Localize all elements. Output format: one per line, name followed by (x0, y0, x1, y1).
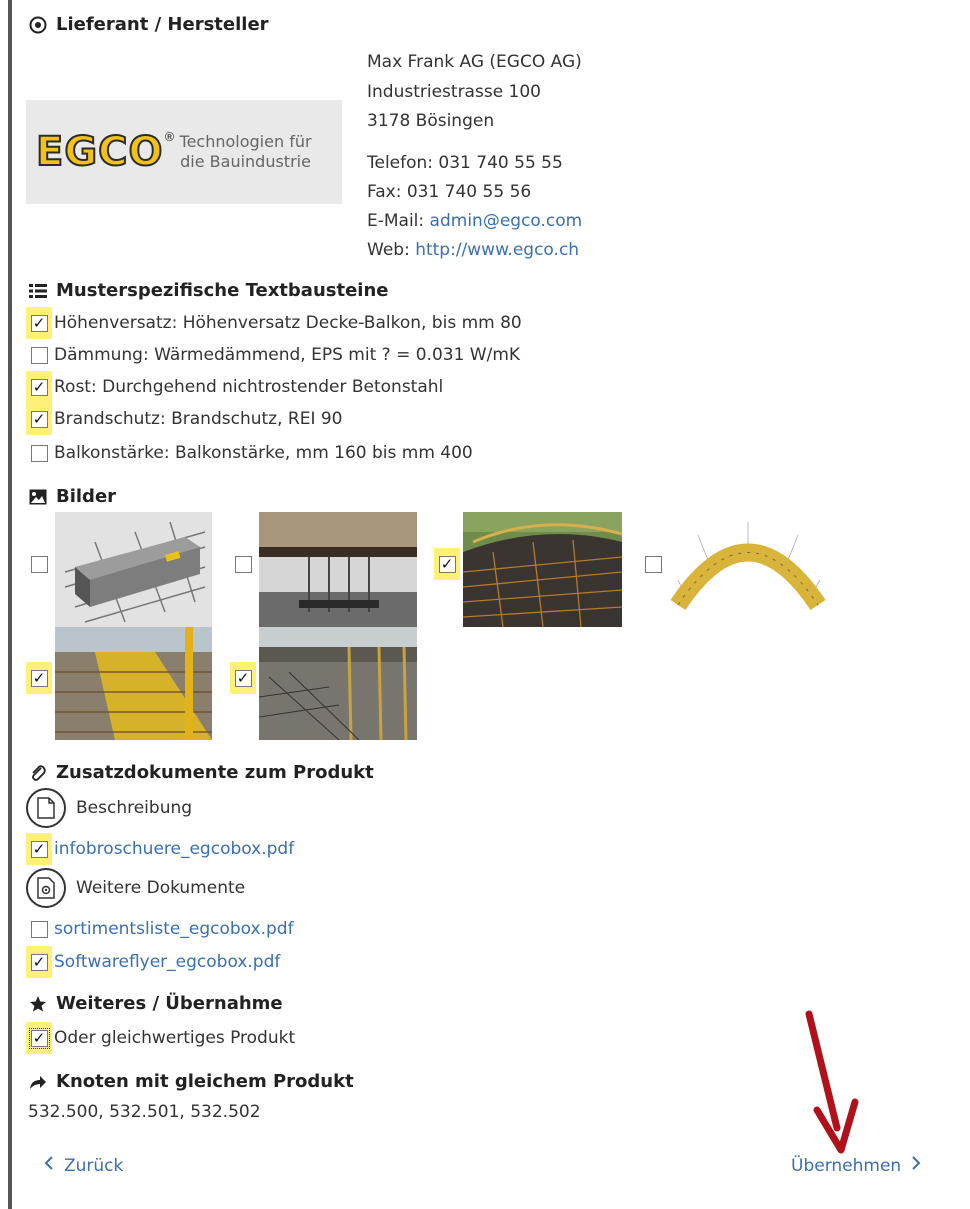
company-street: Industriestrasse 100 (367, 82, 542, 102)
share-arrow-icon (28, 1072, 48, 1092)
image-checkbox-wrap (230, 548, 258, 580)
checkbox[interactable] (30, 920, 48, 938)
paperclip-icon (28, 763, 48, 783)
image-checkbox-wrap: ✓ (434, 548, 462, 580)
document-item[interactable]: sortimentsliste_egcobox.pdf (26, 913, 294, 945)
supplier-logo: EGCO ® Technologien für die Bauindustrie (26, 100, 342, 204)
document-link[interactable]: sortimentsliste_egcobox.pdf (54, 919, 294, 939)
document-item[interactable]: ✓ infobroschuere_egcobox.pdf (26, 833, 294, 865)
highlight-marker: ✓ (26, 307, 52, 339)
left-border-rule (8, 0, 12, 1209)
company-phone: Telefon: 031 740 55 55 (367, 153, 563, 173)
checkbox[interactable]: ✓ (234, 669, 252, 687)
textblock-item[interactable]: Balkonstärke: Balkonstärke, mm 160 bis m… (26, 437, 473, 469)
highlight-marker: ✓ (26, 403, 52, 435)
image-balcony-connection-site[interactable] (259, 512, 417, 627)
checkbox[interactable]: ✓ (30, 953, 48, 971)
company-name: Max Frank AG (EGCO AG) (367, 52, 582, 72)
checkbox[interactable]: ✓ (28, 1027, 50, 1049)
nodes-value: 532.500, 532.501, 532.502 (28, 1102, 261, 1122)
annotation-arrow-icon (805, 1010, 859, 1154)
document-item[interactable]: ✓ Softwareflyer_egcobox.pdf (26, 946, 280, 978)
checkbox-wrap (26, 913, 52, 945)
images-section-title: Bilder (28, 486, 116, 507)
checkbox[interactable] (30, 444, 48, 462)
web-link[interactable]: http://www.egco.ch (415, 240, 579, 260)
document-group-label: Weitere Dokumente (76, 878, 246, 898)
back-button[interactable]: Zurück (44, 1155, 123, 1176)
email-label: E-Mail: (367, 211, 425, 231)
textblock-label: Brandschutz: Brandschutz, REI 90 (54, 409, 343, 429)
textblock-label: Balkonstärke: Balkonstärke, mm 160 bis m… (54, 443, 473, 463)
checkbox-wrap (26, 339, 52, 371)
back-label: Zurück (64, 1155, 124, 1176)
image-icon (28, 487, 48, 507)
checkbox[interactable]: ✓ (30, 410, 48, 428)
document-group-label: Beschreibung (76, 798, 193, 818)
image-checkbox-wrap: ✓ (230, 662, 258, 694)
equivalent-product-option[interactable]: ✓ Oder gleichwertiges Produkt (26, 1022, 295, 1054)
nodes-section-title: Knoten mit gleichem Produkt (28, 1071, 354, 1092)
checkbox-wrap (26, 437, 52, 469)
image-installed-row-yellow[interactable] (55, 627, 212, 740)
document-link[interactable]: Softwareflyer_egcobox.pdf (54, 952, 280, 972)
checkbox[interactable] (644, 555, 662, 573)
image-installed-row-construction[interactable] (259, 627, 417, 740)
document-link[interactable]: infobroschuere_egcobox.pdf (54, 839, 294, 859)
checkbox[interactable]: ✓ (438, 555, 456, 573)
apply-button[interactable]: Übernehmen (791, 1155, 921, 1176)
company-fax: Fax: 031 740 55 56 (367, 182, 532, 202)
image-checkbox-wrap (640, 548, 668, 580)
document-group-header: Weitere Dokumente (26, 866, 245, 910)
web-label: Web: (367, 240, 410, 260)
textblock-label: Rost: Durchgehend nichtrostender Betonst… (54, 377, 444, 397)
checkbox[interactable] (30, 555, 48, 573)
textblock-item[interactable]: ✓ Rost: Durchgehend nichtrostender Beton… (26, 371, 443, 403)
logo-registered-mark: ® (163, 130, 176, 144)
highlight-marker: ✓ (26, 946, 52, 978)
email-link[interactable]: admin@egco.com (430, 211, 583, 231)
further-section-title: Weiteres / Übernahme (28, 993, 283, 1014)
image-curved-balcony-rebar[interactable] (463, 512, 622, 627)
highlight-marker: ✓ (26, 1022, 52, 1054)
image-curved-element-diagram[interactable] (668, 520, 828, 615)
list-icon (28, 281, 48, 301)
highlight-marker: ✓ (26, 833, 52, 865)
company-email-row: E-Mail: admin@egco.com (367, 211, 582, 231)
target-circle-icon (28, 15, 48, 35)
logo-tagline-line1: Technologien für (179, 132, 312, 151)
documents-section-title: Zusatzdokumente zum Produkt (28, 762, 374, 783)
supplier-section-title: Lieferant / Hersteller (28, 14, 269, 35)
textblocks-section-title: Musterspezifische Textbausteine (28, 280, 388, 301)
checkbox[interactable]: ✓ (30, 314, 48, 332)
equivalent-product-label: Oder gleichwertiges Produkt (54, 1028, 296, 1048)
textblock-item[interactable]: ✓ Brandschutz: Brandschutz, REI 90 (26, 403, 343, 435)
document-icon (26, 788, 66, 828)
logo-wordmark: EGCO (35, 128, 164, 176)
star-icon (28, 994, 48, 1014)
checkbox[interactable] (30, 346, 48, 364)
checkbox[interactable] (234, 555, 252, 573)
textblock-item[interactable]: Dämmung: Wärmedämmend, EPS mit ? = 0.031… (26, 339, 520, 371)
textblock-label: Höhenversatz: Höhenversatz Decke-Balkon,… (54, 313, 522, 333)
image-checkbox-wrap (26, 548, 54, 580)
document-group-header: Beschreibung (26, 786, 192, 830)
highlight-marker: ✓ (26, 371, 52, 403)
chevron-right-icon (911, 1155, 921, 1176)
apply-label: Übernehmen (791, 1155, 902, 1176)
image-egcobox-3d-render[interactable] (55, 512, 212, 627)
document-settings-icon (26, 868, 66, 908)
company-web-row: Web: http://www.egco.ch (367, 240, 579, 260)
image-checkbox-wrap: ✓ (26, 662, 54, 694)
checkbox[interactable]: ✓ (30, 378, 48, 396)
chevron-left-icon (44, 1155, 54, 1176)
textblock-item[interactable]: ✓ Höhenversatz: Höhenversatz Decke-Balko… (26, 307, 522, 339)
checkbox[interactable]: ✓ (30, 669, 48, 687)
logo-tagline-line2: die Bauindustrie (180, 152, 311, 171)
checkbox[interactable]: ✓ (30, 840, 48, 858)
company-city: 3178 Bösingen (367, 111, 495, 131)
textblock-label: Dämmung: Wärmedämmend, EPS mit ? = 0.031… (54, 345, 521, 365)
